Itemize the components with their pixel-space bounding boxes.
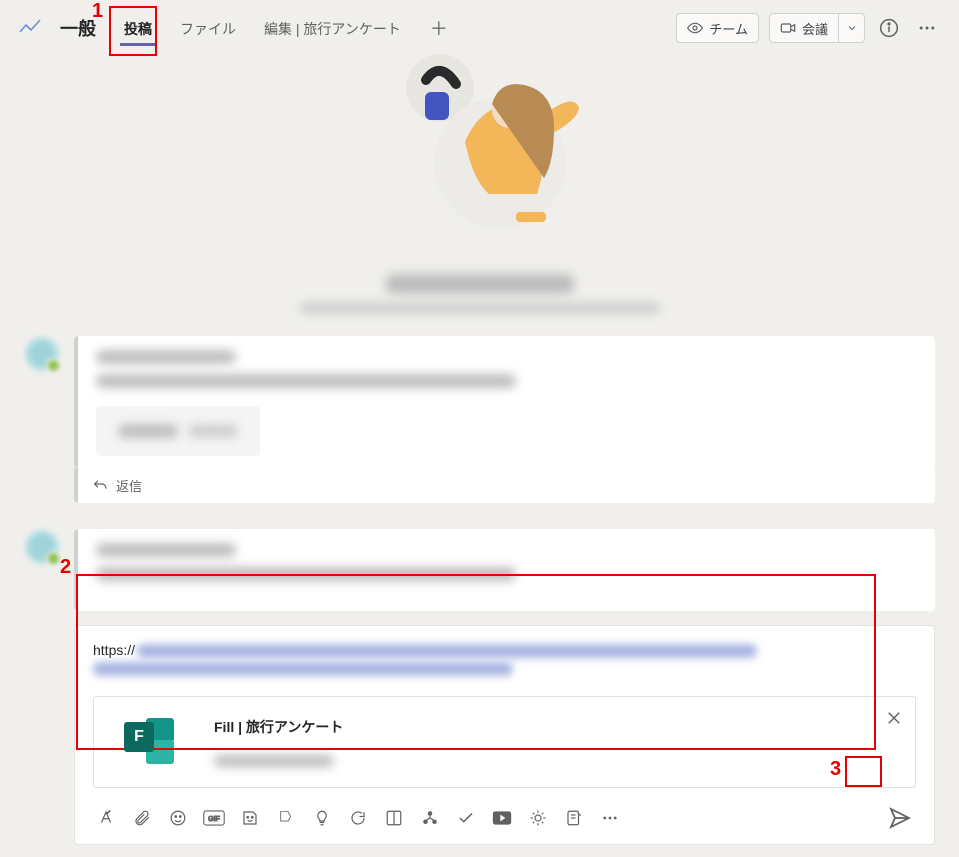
loop-icon[interactable] <box>347 807 369 829</box>
more-tools-icon[interactable] <box>599 807 621 829</box>
reply-icon <box>92 478 108 494</box>
tab-edit-survey[interactable]: 編集 | 旅行アンケート <box>250 5 415 52</box>
send-icon <box>888 806 912 830</box>
avatar <box>24 529 60 565</box>
add-tab-button[interactable]: ＋ <box>423 12 455 44</box>
attach-icon[interactable] <box>131 807 153 829</box>
weather-icon[interactable] <box>527 807 549 829</box>
channel-content: 返信 https:// F Fill | 旅行アンケート <box>0 48 959 857</box>
remove-preview-button[interactable] <box>885 709 903 732</box>
url-prefix: https:// <box>93 642 135 658</box>
camera-icon <box>780 20 796 36</box>
link-preview-card[interactable]: F Fill | 旅行アンケート <box>93 696 916 788</box>
video-icon[interactable] <box>491 807 513 829</box>
team-visibility-button[interactable]: チーム <box>676 13 759 43</box>
meet-button[interactable]: 会議 <box>769 13 839 43</box>
tab-files[interactable]: ファイル <box>166 5 250 52</box>
post-item <box>0 336 959 468</box>
emoji-icon[interactable] <box>167 807 189 829</box>
send-button[interactable] <box>886 804 914 832</box>
tab-posts[interactable]: 投稿 <box>110 5 166 52</box>
post-card[interactable] <box>74 529 935 611</box>
bulb-icon[interactable] <box>311 807 333 829</box>
meet-button-label: 会議 <box>802 19 828 38</box>
org-icon[interactable] <box>419 807 441 829</box>
forms-tool-icon[interactable] <box>563 807 585 829</box>
sticker-icon[interactable] <box>239 807 261 829</box>
link-thumbnail: F <box>108 707 196 777</box>
meet-dropdown-button[interactable] <box>839 13 865 43</box>
insights-icon <box>18 16 42 40</box>
tab-list: 投稿 ファイル 編集 | 旅行アンケート <box>110 5 415 52</box>
reply-label: 返信 <box>116 476 142 495</box>
board-icon[interactable] <box>383 807 405 829</box>
approve-icon[interactable] <box>455 807 477 829</box>
link-info: Fill | 旅行アンケート <box>214 717 901 767</box>
post-card[interactable] <box>74 336 935 468</box>
post-item <box>0 529 959 611</box>
more-options-button[interactable] <box>913 14 941 42</box>
svg-text:GIF: GIF <box>208 816 220 823</box>
avatar <box>24 336 60 372</box>
attachment-preview[interactable] <box>96 406 260 456</box>
info-icon <box>879 18 899 38</box>
share-icon[interactable] <box>275 807 297 829</box>
ms-forms-icon: F <box>124 718 180 766</box>
top-right-actions: チーム 会議 <box>676 13 941 43</box>
format-icon[interactable] <box>95 807 117 829</box>
close-icon <box>885 709 903 727</box>
compose-box[interactable]: https:// F Fill | 旅行アンケート GI <box>74 625 935 845</box>
welcome-illustration <box>0 48 959 248</box>
compose-text[interactable]: https:// <box>93 640 916 682</box>
meet-button-group: 会議 <box>769 13 865 43</box>
welcome-text <box>0 274 959 314</box>
link-title: Fill | 旅行アンケート <box>214 717 901 737</box>
compose-toolbar: GIF <box>93 800 916 836</box>
channel-name: 一般 <box>60 15 96 41</box>
chevron-down-icon <box>846 22 858 34</box>
info-button[interactable] <box>875 14 903 42</box>
gif-icon[interactable]: GIF <box>203 807 225 829</box>
reply-button[interactable]: 返信 <box>74 468 935 503</box>
eye-icon <box>687 20 703 36</box>
team-button-label: チーム <box>709 19 748 38</box>
more-icon <box>917 18 937 38</box>
